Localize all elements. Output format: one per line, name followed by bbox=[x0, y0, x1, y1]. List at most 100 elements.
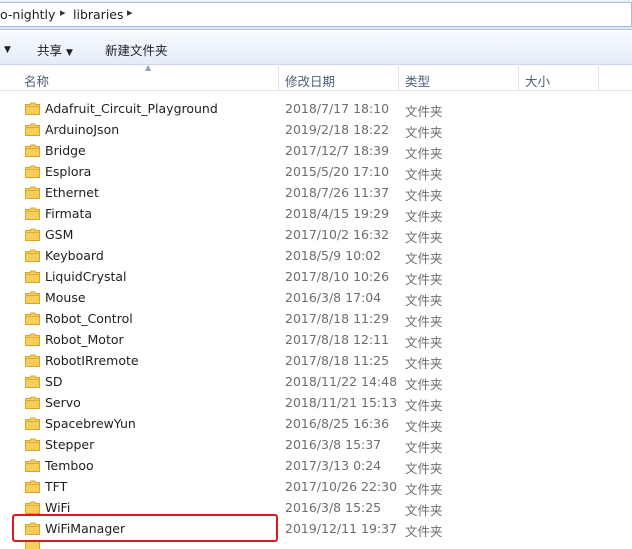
list-item[interactable]: Stepper 2016/3/8 15:37 文件夹 bbox=[0, 435, 632, 456]
new-folder-button[interactable]: 新建文件夹 bbox=[105, 40, 168, 59]
list-item[interactable]: GSM 2017/10/2 16:32 文件夹 bbox=[0, 225, 632, 246]
file-type: 文件夹 bbox=[405, 251, 443, 266]
file-name[interactable]: Esplora bbox=[45, 164, 91, 179]
folder-icon bbox=[25, 207, 40, 220]
file-type: 文件夹 bbox=[405, 188, 443, 203]
list-item-partial[interactable] bbox=[0, 541, 632, 549]
column-type[interactable]: 类型 bbox=[405, 71, 430, 90]
file-name[interactable]: Servo bbox=[45, 395, 81, 410]
list-item[interactable]: SD 2018/11/22 14:48 文件夹 bbox=[0, 372, 632, 393]
list-item[interactable]: Servo 2018/11/21 15:13 文件夹 bbox=[0, 393, 632, 414]
column-divider[interactable] bbox=[598, 66, 599, 91]
file-name[interactable]: LiquidCrystal bbox=[45, 269, 127, 284]
list-item[interactable]: Temboo 2017/3/13 0:24 文件夹 bbox=[0, 456, 632, 477]
folder-icon bbox=[25, 249, 40, 262]
list-item[interactable]: TFT 2017/10/26 22:30 文件夹 bbox=[0, 477, 632, 498]
list-item[interactable]: Adafruit_Circuit_Playground 2018/7/17 18:… bbox=[0, 99, 632, 120]
folder-icon bbox=[25, 522, 40, 535]
file-type: 文件夹 bbox=[405, 482, 443, 497]
file-name[interactable]: Robot_Motor bbox=[45, 332, 124, 347]
column-date[interactable]: 修改日期 bbox=[285, 71, 335, 90]
column-size[interactable]: 大小 bbox=[525, 71, 550, 90]
folder-icon bbox=[25, 480, 40, 493]
file-type: 文件夹 bbox=[405, 503, 443, 518]
file-date: 2019/2/18 18:22 bbox=[285, 122, 390, 137]
file-type: 文件夹 bbox=[405, 524, 443, 539]
file-name[interactable]: Keyboard bbox=[45, 248, 104, 263]
file-type: 文件夹 bbox=[405, 377, 443, 392]
file-name[interactable]: Robot_Control bbox=[45, 311, 133, 326]
file-name[interactable]: RobotIRremote bbox=[45, 353, 139, 368]
file-date: 2017/10/2 16:32 bbox=[285, 227, 390, 242]
file-name[interactable]: Adafruit_Circuit_Playground bbox=[45, 101, 218, 116]
file-list: Adafruit_Circuit_Playground 2018/7/17 18:… bbox=[0, 99, 632, 540]
share-button[interactable]: 共享 ▼ bbox=[37, 40, 73, 59]
file-date: 2017/8/18 12:11 bbox=[285, 332, 390, 347]
file-name[interactable]: Stepper bbox=[45, 437, 94, 452]
file-date: 2017/12/7 18:39 bbox=[285, 143, 390, 158]
folder-icon bbox=[25, 186, 40, 199]
file-type: 文件夹 bbox=[405, 167, 443, 182]
column-divider[interactable] bbox=[398, 66, 399, 91]
file-name[interactable]: WiFiManager bbox=[45, 521, 125, 536]
column-header: ▲ 名称 修改日期 类型 大小 bbox=[0, 63, 632, 91]
list-item[interactable]: Esplora 2015/5/20 17:10 文件夹 bbox=[0, 162, 632, 183]
file-name[interactable]: Firmata bbox=[45, 206, 92, 221]
file-date: 2016/3/8 17:04 bbox=[285, 290, 382, 305]
file-type: 文件夹 bbox=[405, 230, 443, 245]
file-name[interactable]: ArduinoJson bbox=[45, 122, 119, 137]
breadcrumb-item-libraries[interactable]: libraries bbox=[73, 7, 124, 22]
list-item[interactable]: Robot_Motor 2017/8/18 12:11 文件夹 bbox=[0, 330, 632, 351]
chevron-down-icon: ▼ bbox=[66, 48, 73, 58]
toolbar: ▼ 共享 ▼ 新建文件夹 bbox=[0, 31, 632, 65]
file-date: 2018/4/15 19:29 bbox=[285, 206, 390, 221]
file-date: 2016/3/8 15:37 bbox=[285, 437, 382, 452]
chevron-down-icon[interactable]: ▼ bbox=[0, 40, 11, 55]
column-name[interactable]: 名称 bbox=[24, 71, 49, 90]
file-name[interactable]: TFT bbox=[45, 479, 67, 494]
folder-icon bbox=[25, 417, 40, 430]
file-name[interactable]: SD bbox=[45, 374, 63, 389]
list-item[interactable]: ArduinoJson 2019/2/18 18:22 文件夹 bbox=[0, 120, 632, 141]
list-item[interactable]: WiFiManager 2019/12/11 19:37 文件夹 bbox=[0, 519, 632, 540]
file-name[interactable]: Ethernet bbox=[45, 185, 99, 200]
list-item[interactable]: LiquidCrystal 2017/8/10 10:26 文件夹 bbox=[0, 267, 632, 288]
list-item[interactable]: Keyboard 2018/5/9 10:02 文件夹 bbox=[0, 246, 632, 267]
column-divider[interactable] bbox=[518, 66, 519, 91]
breadcrumb[interactable]: o-nightly ▸ libraries ▸ bbox=[0, 2, 632, 27]
column-divider[interactable] bbox=[278, 66, 279, 91]
file-name[interactable]: SpacebrewYun bbox=[45, 416, 136, 431]
file-name[interactable]: GSM bbox=[45, 227, 73, 242]
file-date: 2018/7/17 18:10 bbox=[285, 101, 390, 116]
file-date: 2018/7/26 11:37 bbox=[285, 185, 390, 200]
list-item[interactable]: Ethernet 2018/7/26 11:37 文件夹 bbox=[0, 183, 632, 204]
folder-icon bbox=[25, 270, 40, 283]
list-item[interactable]: WiFi 2016/3/8 15:25 文件夹 bbox=[0, 498, 632, 519]
list-item[interactable]: SpacebrewYun 2016/8/25 16:36 文件夹 bbox=[0, 414, 632, 435]
folder-icon bbox=[25, 123, 40, 136]
file-date: 2017/8/10 10:26 bbox=[285, 269, 390, 284]
file-date: 2016/8/25 16:36 bbox=[285, 416, 390, 431]
folder-icon bbox=[25, 102, 40, 115]
file-name[interactable]: Bridge bbox=[45, 143, 86, 158]
file-name[interactable]: Mouse bbox=[45, 290, 86, 305]
list-item[interactable]: Mouse 2016/3/8 17:04 文件夹 bbox=[0, 288, 632, 309]
folder-icon bbox=[25, 165, 40, 178]
file-type: 文件夹 bbox=[405, 293, 443, 308]
list-item[interactable]: Bridge 2017/12/7 18:39 文件夹 bbox=[0, 141, 632, 162]
file-type: 文件夹 bbox=[405, 356, 443, 371]
file-type: 文件夹 bbox=[405, 419, 443, 434]
file-name[interactable]: Temboo bbox=[45, 458, 94, 473]
chevron-right-icon[interactable]: ▸ bbox=[127, 6, 133, 19]
file-name[interactable]: WiFi bbox=[45, 500, 70, 515]
list-item[interactable]: RobotIRremote 2017/8/18 11:25 文件夹 bbox=[0, 351, 632, 372]
breadcrumb-item-nightly[interactable]: o-nightly bbox=[0, 7, 55, 22]
list-item[interactable]: Robot_Control 2017/8/18 11:29 文件夹 bbox=[0, 309, 632, 330]
file-date: 2017/8/18 11:25 bbox=[285, 353, 390, 368]
chevron-right-icon[interactable]: ▸ bbox=[60, 6, 66, 19]
file-date: 2017/8/18 11:29 bbox=[285, 311, 390, 326]
file-type: 文件夹 bbox=[405, 272, 443, 287]
list-item[interactable]: Firmata 2018/4/15 19:29 文件夹 bbox=[0, 204, 632, 225]
folder-icon bbox=[25, 541, 40, 549]
file-type: 文件夹 bbox=[405, 335, 443, 350]
